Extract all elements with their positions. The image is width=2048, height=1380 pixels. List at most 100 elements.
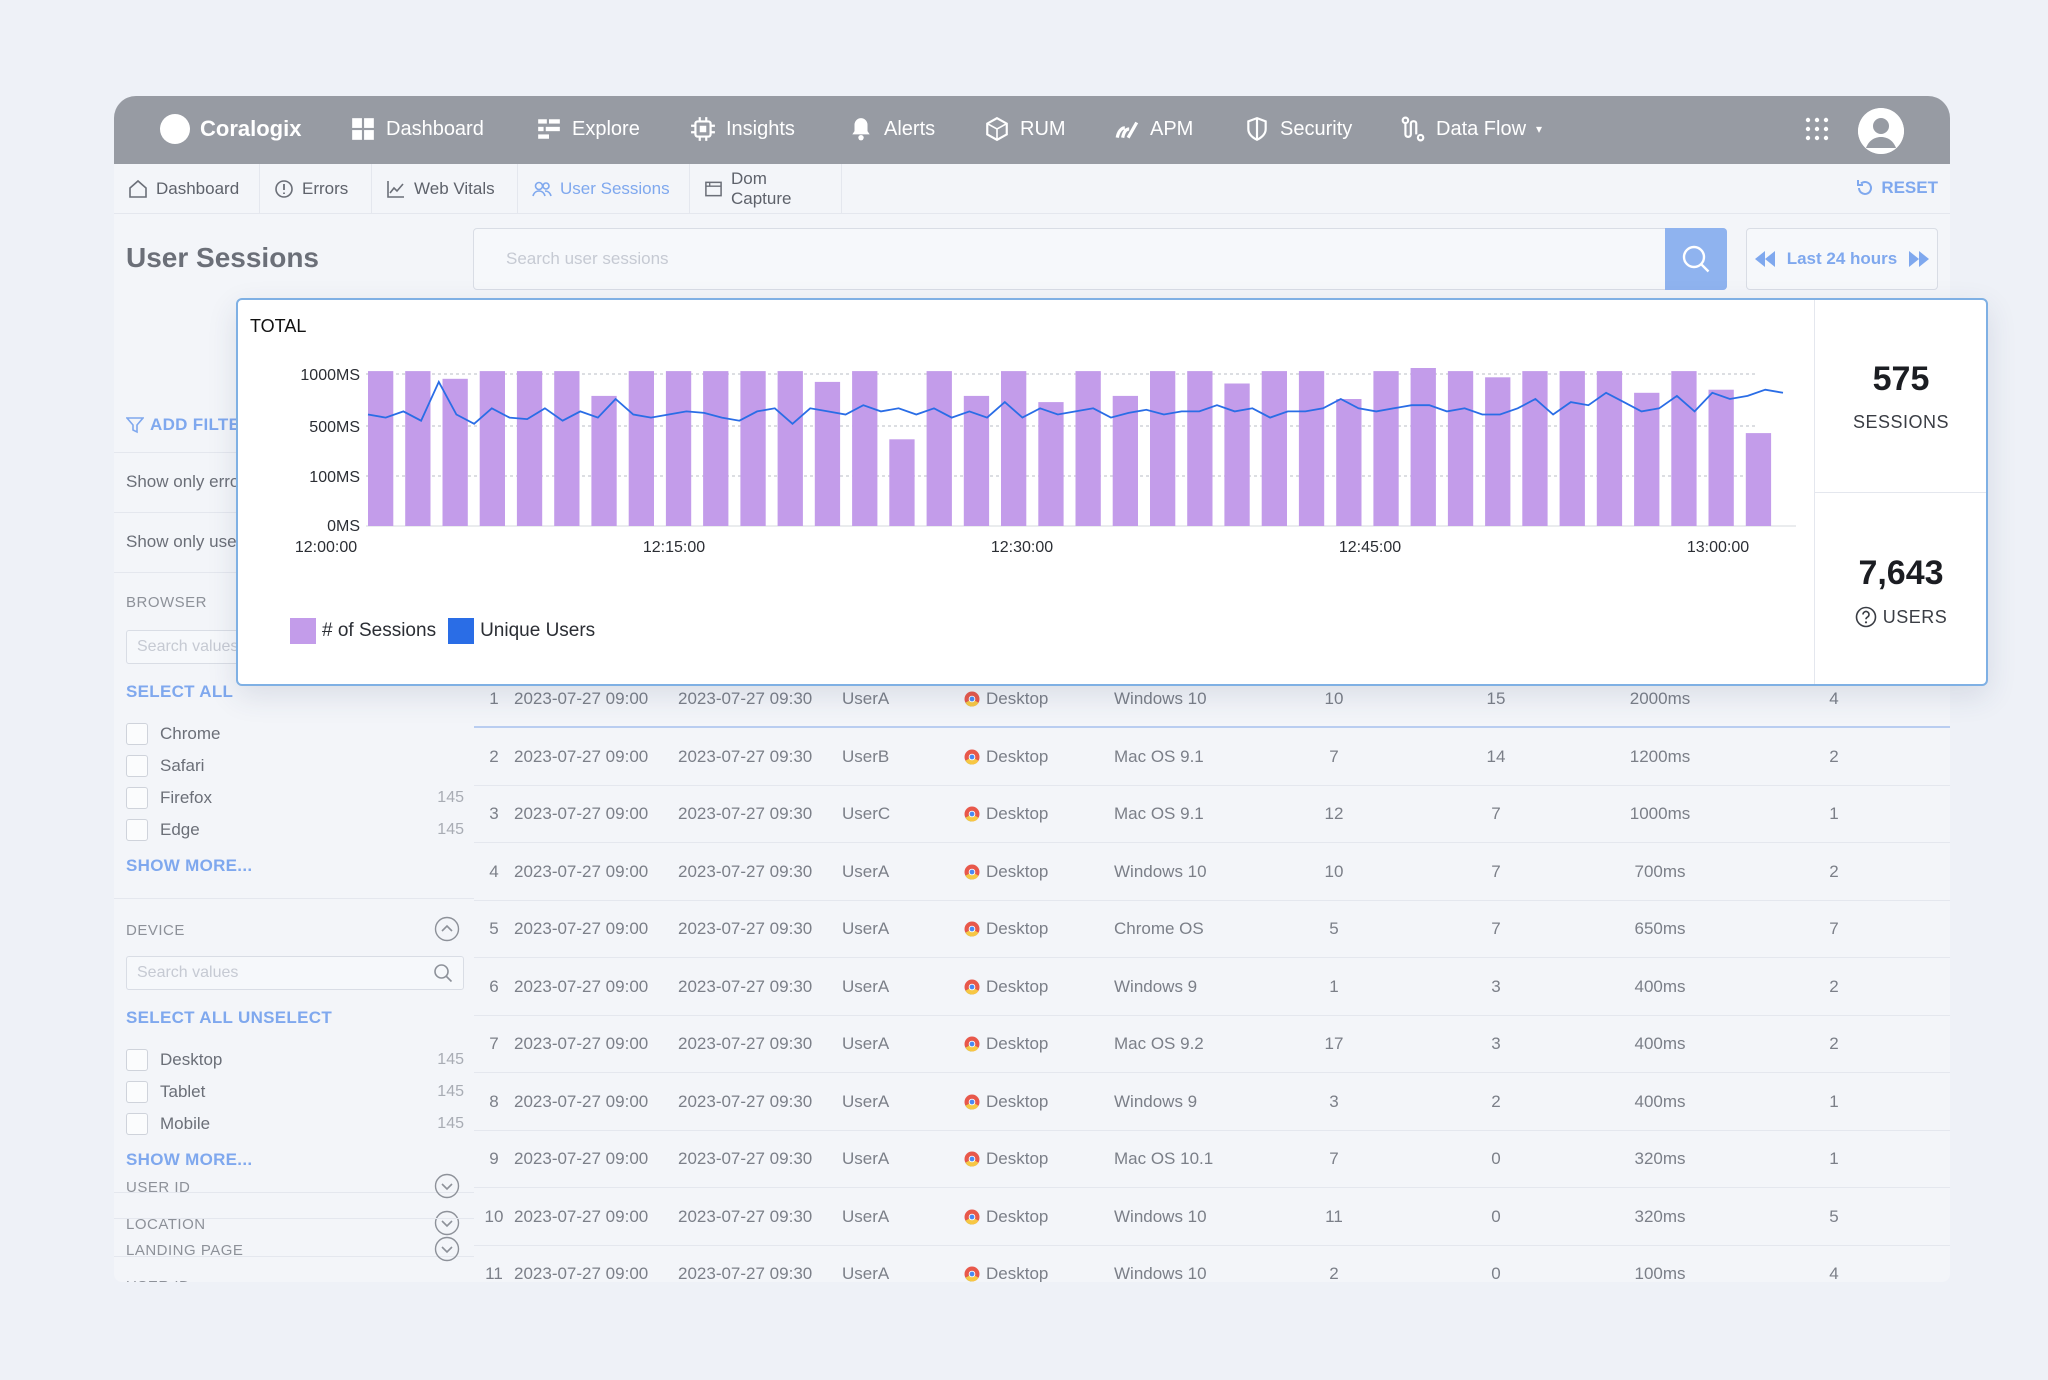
bar-sessions (1038, 402, 1064, 526)
browser-show-more[interactable]: SHOW MORE... (126, 856, 252, 876)
help-icon[interactable] (1855, 606, 1877, 628)
search-input[interactable] (474, 229, 1604, 289)
nav-item-data-flow[interactable]: Data Flow ▾ (1400, 116, 1542, 142)
table-cell: UserA (842, 1034, 890, 1053)
table-cell: 1 (1329, 976, 1339, 996)
table-row[interactable]: 10 2023-07-27 09:00 2023-07-27 09:30 UserA D… (474, 1188, 1950, 1246)
table-cell: UserA (842, 1264, 890, 1282)
tab-label: Dashboard (156, 179, 240, 198)
reset-button[interactable]: RESET (1855, 178, 1938, 198)
table-cell: UserA (842, 1206, 890, 1226)
device-search-input[interactable] (127, 957, 417, 989)
device-label: Desktop (986, 1034, 1049, 1053)
browser-option-firefox[interactable]: Firefox 145 (126, 786, 464, 810)
avatar[interactable] (1858, 108, 1904, 154)
show-only-users-toggle[interactable]: Show only users (126, 532, 251, 552)
nav-item-security[interactable]: Security (1244, 116, 1352, 142)
table-cell: 4 (1829, 689, 1839, 708)
apps-grid-icon[interactable] (1804, 116, 1830, 142)
table-cell: 3 (489, 804, 499, 823)
nav-item-dashboard[interactable]: Dashboard (350, 116, 484, 142)
chevron-down-icon[interactable] (434, 1210, 460, 1236)
tab-user-sessions[interactable]: User Sessions (518, 164, 690, 214)
table-row[interactable]: 3 2023-07-27 09:00 2023-07-27 09:30 UserC De… (474, 785, 1950, 843)
device-show-more[interactable]: SHOW MORE... (126, 1150, 252, 1170)
checkbox[interactable] (126, 1113, 148, 1135)
nav-label: Data Flow (1436, 117, 1527, 140)
rewind-icon[interactable] (1754, 251, 1775, 267)
sessions-count: 575 (1872, 360, 1930, 398)
device-option-tablet[interactable]: Tablet 145 (126, 1080, 464, 1104)
table-cell: 0 (1491, 1206, 1501, 1226)
table-row[interactable]: 5 2023-07-27 09:00 2023-07-27 09:30 UserA De… (474, 900, 1950, 958)
table-row[interactable]: 6 2023-07-27 09:00 2023-07-27 09:30 UserA De… (474, 958, 1950, 1016)
table-cell: 1 (1829, 804, 1839, 823)
table-cell: Mac OS 10.1 (1114, 1149, 1214, 1168)
tab-web-vitals[interactable]: Web Vitals (372, 164, 518, 214)
legend-swatch-sessions (290, 618, 316, 644)
table-cell: 2023-07-27 09:00 (514, 1091, 649, 1111)
checkbox[interactable] (126, 819, 148, 841)
device-unselect[interactable]: UNSELECT (238, 1008, 332, 1028)
bar-sessions (1745, 433, 1772, 526)
tab-errors[interactable]: Errors (260, 164, 372, 214)
checkbox[interactable] (126, 1081, 148, 1103)
bar-sessions (1485, 377, 1511, 526)
bar-sessions (1187, 371, 1213, 526)
chevron-up-icon[interactable] (434, 916, 460, 942)
chevron-down-icon: ▾ (1536, 122, 1543, 136)
y-tick-label: 0MS (327, 518, 360, 535)
nav-label: RUM (1020, 117, 1066, 140)
chrome-icon (964, 979, 980, 995)
home-icon (129, 179, 147, 198)
tab-dom-capture[interactable]: Dom Capture (690, 164, 842, 214)
nav-item-explore[interactable]: Explore (536, 116, 640, 142)
nav-item-alerts[interactable]: Alerts (848, 116, 935, 142)
app-name: Coralogix (200, 116, 302, 141)
checkbox[interactable] (126, 755, 148, 777)
checkbox[interactable] (126, 1049, 148, 1071)
browser-option-edge[interactable]: Edge 145 (126, 818, 464, 842)
users-icon (532, 181, 552, 197)
checkbox[interactable] (126, 787, 148, 809)
table-row[interactable]: 8 2023-07-27 09:00 2023-07-27 09:30 UserA De… (474, 1073, 1950, 1131)
table-cell: 9 (489, 1149, 499, 1168)
table-cell: Desktop (964, 1264, 1048, 1282)
table-cell: 2023-07-27 09:30 (678, 746, 813, 766)
tab-dashboard[interactable]: Dashboard (114, 164, 260, 214)
app-logo[interactable]: Coralogix (160, 114, 301, 144)
add-filter-button[interactable]: ADD FILTER (126, 415, 253, 435)
nav-label: Dashboard (386, 117, 484, 140)
browser-option-chrome[interactable]: Chrome (126, 722, 464, 746)
table-cell: Windows 10 (1114, 1206, 1207, 1226)
table-row[interactable]: 2 2023-07-27 09:00 2023-07-27 09:30 UserB De… (474, 728, 1950, 786)
table-cell: 2023-07-27 09:00 (514, 804, 649, 823)
nav-item-rum[interactable]: RUM (984, 116, 1066, 142)
table-row[interactable]: 11 2023-07-27 09:00 2023-07-27 09:30 UserA D… (474, 1245, 1950, 1282)
table-cell: 2023-07-27 09:00 (514, 1206, 649, 1226)
bar-sessions (591, 395, 617, 526)
checkbox[interactable] (126, 723, 148, 745)
table-cell: 7 (489, 1034, 499, 1053)
table-cell: 2023-07-27 09:30 (678, 804, 813, 823)
table-row[interactable]: 7 2023-07-27 09:00 2023-07-27 09:30 UserA De… (474, 1015, 1950, 1073)
device-option-mobile[interactable]: Mobile 145 (126, 1112, 464, 1136)
browser-option-safari[interactable]: Safari (126, 754, 464, 778)
nav-item-insights[interactable]: Insights (690, 116, 795, 142)
time-range-picker[interactable]: Last 24 hours (1746, 228, 1938, 290)
browser-select-all[interactable]: SELECT ALL (126, 682, 233, 702)
device-option-desktop[interactable]: Desktop 145 (126, 1048, 464, 1072)
option-label: Desktop (160, 1050, 223, 1069)
table-cell: Desktop (964, 977, 1048, 997)
fast-forward-icon[interactable] (1909, 251, 1930, 267)
search-button[interactable] (1665, 228, 1727, 290)
show-only-errors-toggle[interactable]: Show only errors (126, 472, 254, 492)
users-count: 7,643 (1858, 554, 1944, 592)
device-select-all[interactable]: SELECT ALL (126, 1008, 233, 1028)
table-row[interactable]: 9 2023-07-27 09:00 2023-07-27 09:30 UserA De… (474, 1130, 1950, 1188)
alert-circle-icon (275, 180, 293, 198)
table-cell: 7 (1329, 1149, 1339, 1168)
x-tick-label: 12:15:00 (643, 539, 705, 556)
nav-item-apm[interactable]: APM (1114, 116, 1193, 142)
table-row[interactable]: 4 2023-07-27 09:00 2023-07-27 09:30 UserA De… (474, 843, 1950, 901)
